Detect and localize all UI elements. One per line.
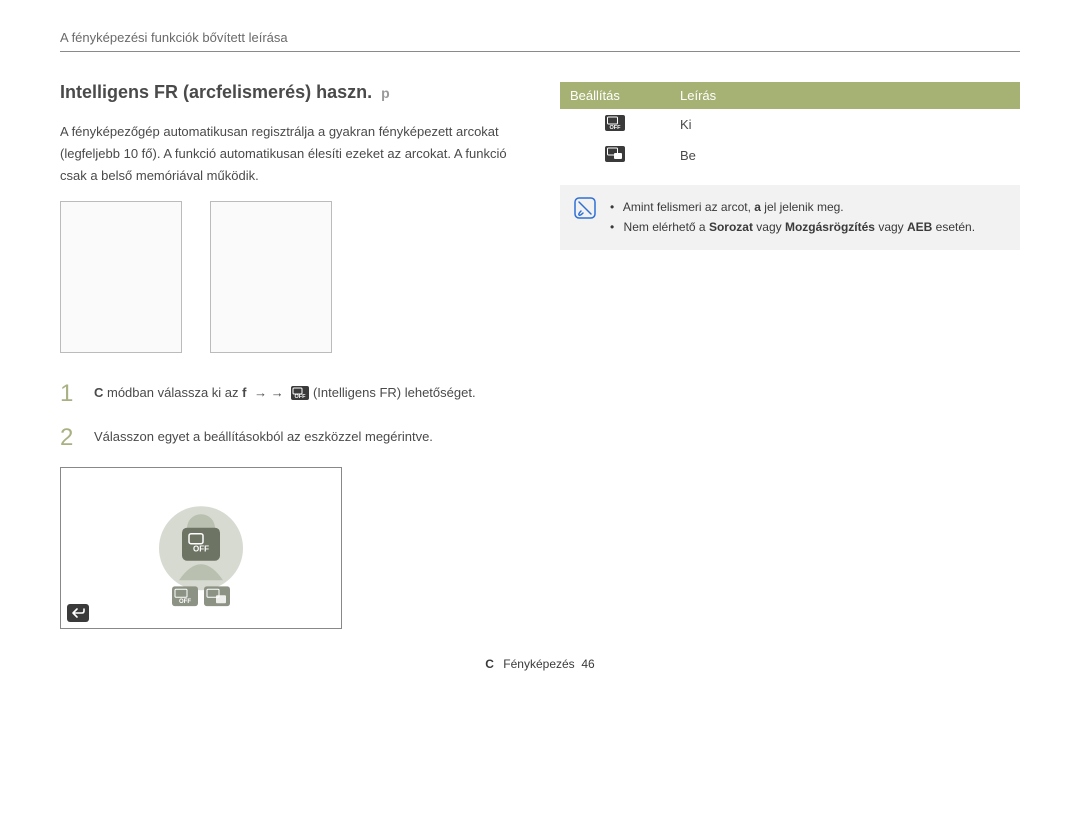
row-icon-on [560, 140, 670, 171]
note-line-1: Amint felismeri az arcot, a jel jelenik … [610, 197, 975, 217]
note-line-2: Nem elérhető a Sorozat vagy Mozgásrögzít… [610, 217, 975, 237]
step-1: 1 C módban válassza ki az f → → OFF (Int… [60, 381, 520, 409]
svg-text:OFF: OFF [610, 125, 622, 131]
settings-table: Beállítás Leírás OFF Ki Be [560, 82, 1020, 171]
note-box: Amint felismeri az arcot, a jel jelenik … [560, 185, 1020, 250]
row-desc-off: Ki [670, 109, 1020, 140]
back-button[interactable] [67, 604, 89, 622]
row-icon-off: OFF [560, 109, 670, 140]
table-row: Be [560, 140, 1020, 171]
th-description: Leírás [670, 82, 1020, 109]
svg-text:OFF: OFF [179, 599, 191, 605]
sample-image-1 [60, 201, 182, 353]
page-footer: C Fényképezés 46 [60, 657, 1020, 671]
svg-text:OFF: OFF [295, 394, 307, 400]
left-heading: Intelligens FR (arcfelismerés) haszn. p [60, 82, 520, 103]
step-number-1: 1 [60, 381, 80, 407]
row-desc-on: Be [670, 140, 1020, 171]
ifr-off-icon: OFF [291, 384, 309, 409]
note-icon [574, 197, 596, 219]
back-arrow-icon [71, 607, 85, 619]
sample-image-2 [210, 201, 332, 353]
ifr-off-icon-large[interactable]: OFF [182, 527, 220, 560]
table-row: OFF Ki [560, 109, 1020, 140]
ifr-off-thumb-icon[interactable]: OFF [172, 586, 198, 611]
breadcrumb: A fényképezési funkciók bővített leírása [60, 30, 1020, 52]
intro-paragraph: A fényképezőgép automatikusan regisztrál… [60, 121, 520, 187]
camera-screenshot: OFF OFF [60, 467, 342, 629]
svg-text:OFF: OFF [193, 544, 209, 553]
th-setting: Beállítás [560, 82, 670, 109]
step-2: 2 Válasszon egyet a beállításokból az es… [60, 425, 520, 451]
sample-images [60, 201, 520, 353]
ifr-on-thumb-icon[interactable] [204, 586, 230, 611]
mode-letter: p [381, 85, 390, 101]
step-number-2: 2 [60, 425, 80, 451]
